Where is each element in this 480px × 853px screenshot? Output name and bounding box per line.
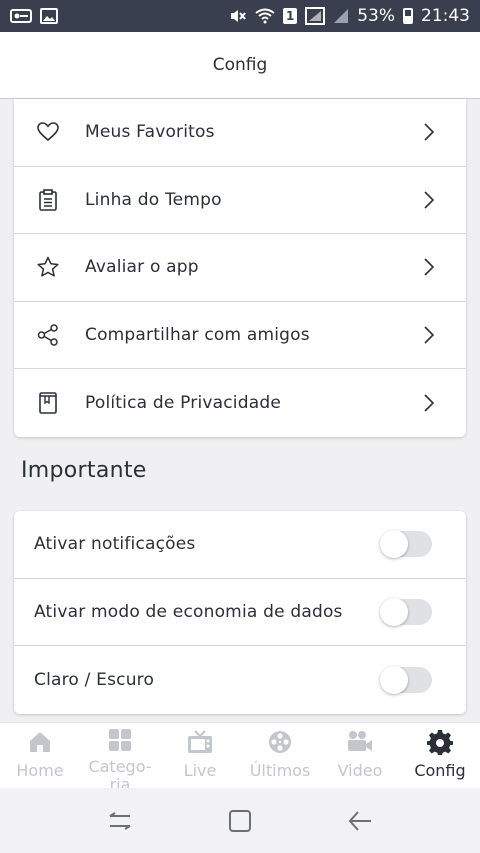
gear-icon bbox=[426, 728, 454, 756]
home-button[interactable] bbox=[225, 806, 255, 836]
tab-config[interactable]: Config bbox=[400, 723, 480, 788]
image-notification-icon bbox=[40, 8, 58, 24]
back-button[interactable] bbox=[345, 806, 375, 836]
clipboard-icon bbox=[36, 188, 60, 212]
tab-video[interactable]: Video bbox=[320, 723, 400, 788]
notifications-toggle[interactable] bbox=[380, 530, 432, 559]
setting-row-tema: Claro / Escuro bbox=[14, 646, 466, 714]
dark-mode-toggle[interactable] bbox=[380, 665, 432, 694]
status-right: 1 53% 21:43 bbox=[229, 6, 470, 26]
chevron-right-icon bbox=[422, 190, 436, 210]
bottom-tab-bar: Home Catego- ria Live Últimos Video Conf… bbox=[0, 722, 480, 788]
menu-item-label: Compartilhar com amigos bbox=[85, 325, 310, 346]
app-header: Config bbox=[0, 32, 480, 99]
grid-icon bbox=[106, 728, 134, 752]
menu-item-favoritos[interactable]: Meus Favoritos bbox=[14, 99, 466, 167]
chevron-right-icon bbox=[422, 393, 436, 413]
home-icon bbox=[26, 728, 54, 756]
toggle-knob bbox=[380, 597, 408, 626]
signal-icon bbox=[333, 8, 349, 24]
chevron-right-icon bbox=[422, 325, 436, 345]
setting-row-notificacoes: Ativar notificações bbox=[14, 511, 466, 579]
wifi-icon bbox=[255, 8, 275, 24]
page-title: Config bbox=[212, 55, 268, 75]
important-settings-card: Ativar notificações Ativar modo de econo… bbox=[14, 511, 466, 714]
signal-box-icon bbox=[305, 7, 326, 25]
setting-label: Claro / Escuro bbox=[34, 669, 155, 690]
tab-label: Video bbox=[337, 761, 383, 780]
data-saver-toggle[interactable] bbox=[380, 597, 432, 626]
video-camera-icon bbox=[346, 728, 374, 756]
clock: 21:43 bbox=[421, 6, 470, 26]
status-bar: 1 53% 21:43 bbox=[0, 0, 480, 32]
tab-label: Home bbox=[16, 761, 64, 780]
menu-item-compartilhar[interactable]: Compartilhar com amigos bbox=[14, 302, 466, 370]
tab-home[interactable]: Home bbox=[0, 723, 80, 788]
menu-item-label: Meus Favoritos bbox=[85, 122, 215, 143]
film-reel-icon bbox=[266, 728, 294, 756]
tab-categoria[interactable]: Catego- ria bbox=[80, 723, 160, 788]
toggle-knob bbox=[380, 530, 408, 559]
recent-apps-button[interactable] bbox=[105, 806, 135, 836]
toggle-knob bbox=[380, 665, 408, 694]
status-left bbox=[10, 8, 58, 24]
menu-item-linha-do-tempo[interactable]: Linha do Tempo bbox=[14, 167, 466, 235]
tab-ultimos[interactable]: Últimos bbox=[240, 723, 320, 788]
heart-icon bbox=[36, 120, 60, 144]
battery-percent: 53% bbox=[357, 6, 395, 26]
setting-label: Ativar modo de economia de dados bbox=[34, 601, 343, 622]
system-nav-bar bbox=[0, 788, 480, 853]
book-icon bbox=[36, 391, 60, 415]
tab-label: Catego- ria bbox=[88, 757, 152, 789]
chevron-right-icon bbox=[422, 122, 436, 142]
menu-item-label: Avaliar o app bbox=[85, 257, 199, 278]
share-icon bbox=[36, 323, 60, 347]
sim-badge: 1 bbox=[283, 8, 298, 24]
chevron-right-icon bbox=[422, 257, 436, 277]
key-notification-icon bbox=[10, 8, 32, 24]
menu-item-label: Política de Privacidade bbox=[85, 393, 281, 414]
tab-label: Live bbox=[183, 761, 217, 780]
settings-menu-card: Meus Favoritos Linha do Tempo Avaliar o … bbox=[14, 99, 466, 437]
tab-live[interactable]: Live bbox=[160, 723, 240, 788]
setting-label: Ativar notificações bbox=[34, 534, 196, 555]
tab-label: Config bbox=[414, 761, 466, 780]
section-title-importante: Importante bbox=[21, 458, 147, 483]
tv-icon bbox=[186, 728, 214, 756]
mute-icon bbox=[229, 8, 247, 24]
tab-label: Últimos bbox=[249, 761, 311, 780]
menu-item-avaliar[interactable]: Avaliar o app bbox=[14, 234, 466, 302]
setting-row-economia-dados: Ativar modo de economia de dados bbox=[14, 579, 466, 646]
star-icon bbox=[36, 255, 60, 279]
battery-icon bbox=[403, 8, 413, 24]
menu-item-privacidade[interactable]: Política de Privacidade bbox=[14, 369, 466, 437]
menu-item-label: Linha do Tempo bbox=[85, 189, 222, 210]
